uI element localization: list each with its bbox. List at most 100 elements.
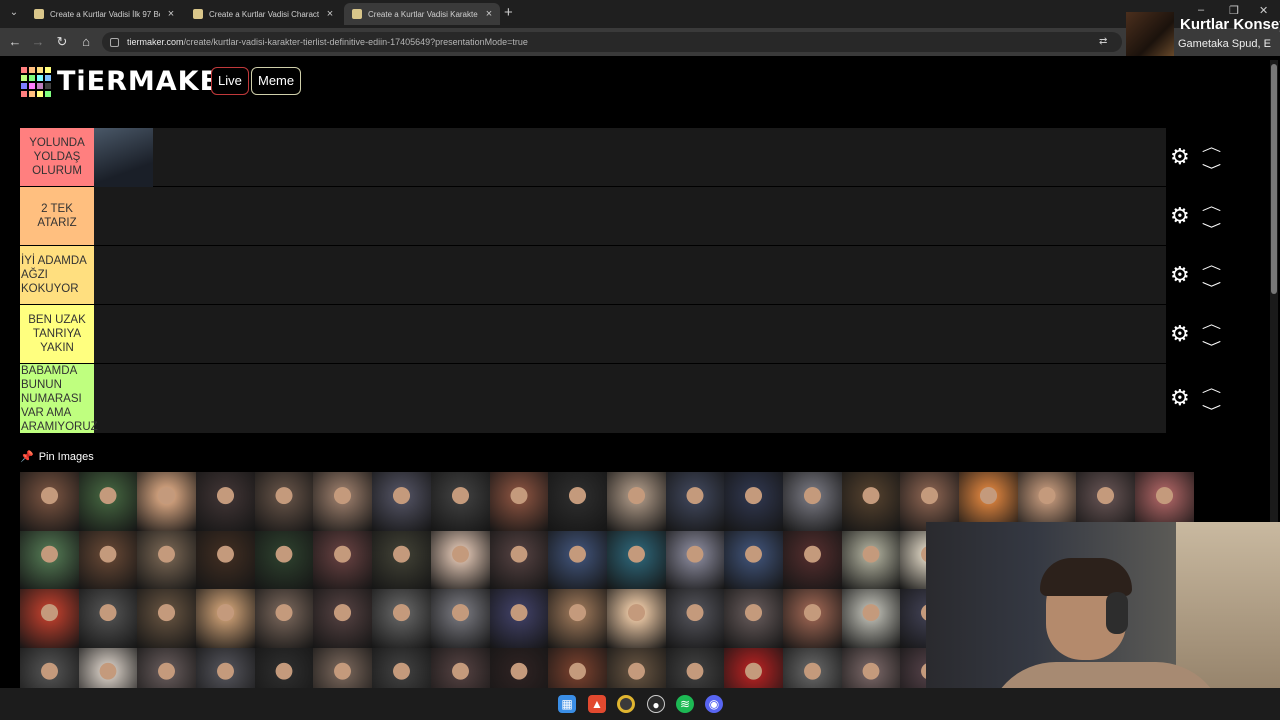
tier-drop-zone[interactable] xyxy=(94,305,1166,363)
character-image[interactable] xyxy=(548,647,607,688)
browser-tab-3[interactable]: Create a Kurtlar Vadisi Karakter × xyxy=(344,3,500,25)
browser-tab-2[interactable]: Create a Kurtlar Vadisi Characte × xyxy=(185,3,341,25)
character-image[interactable] xyxy=(313,472,373,531)
character-image[interactable] xyxy=(782,589,842,648)
reload-icon[interactable]: ↻ xyxy=(53,33,71,51)
character-image[interactable] xyxy=(665,589,725,648)
character-image[interactable] xyxy=(313,530,373,589)
pin-images-toggle[interactable]: 📌 Pin Images xyxy=(20,450,94,464)
move-tier-up-chevron-icon[interactable]: ︿ xyxy=(1202,254,1222,273)
character-image[interactable] xyxy=(196,647,255,688)
meme-button[interactable]: Meme xyxy=(251,67,302,95)
character-image[interactable] xyxy=(137,530,197,589)
character-image[interactable] xyxy=(137,472,197,531)
tiermaker-logo[interactable]: TiERMAKER xyxy=(21,66,241,97)
character-image[interactable] xyxy=(78,647,138,688)
character-image[interactable] xyxy=(430,530,490,589)
tier-drop-zone[interactable] xyxy=(94,246,1166,304)
tier-label[interactable]: BEN UZAK TANRIYA YAKIN xyxy=(20,305,94,363)
character-image[interactable] xyxy=(782,472,842,531)
character-image[interactable] xyxy=(254,647,314,688)
translate-icon[interactable]: ⇄ xyxy=(1099,36,1107,47)
character-image[interactable] xyxy=(489,472,549,531)
character-image[interactable] xyxy=(372,647,431,688)
character-image[interactable] xyxy=(665,530,725,589)
character-image[interactable] xyxy=(665,647,725,688)
character-image[interactable] xyxy=(137,647,197,688)
character-image[interactable] xyxy=(372,589,431,648)
close-tab-icon[interactable]: × xyxy=(166,8,176,20)
obs-icon[interactable]: ● xyxy=(647,695,665,713)
character-image[interactable] xyxy=(724,647,783,688)
character-image[interactable] xyxy=(841,472,901,531)
tier-label[interactable]: BABAMDA BUNUN NUMARASI VAR AMA ARAMIYORU… xyxy=(20,364,98,433)
tier-settings-gear-icon[interactable]: ⚙ xyxy=(1170,144,1190,170)
character-image[interactable] xyxy=(606,472,666,531)
tier-settings-gear-icon[interactable]: ⚙ xyxy=(1170,262,1190,288)
move-tier-down-chevron-icon[interactable]: ﹀ xyxy=(1202,219,1222,238)
tier-label[interactable]: 2 TEK ATARIZ xyxy=(20,187,94,245)
character-image[interactable] xyxy=(841,647,901,688)
character-image[interactable] xyxy=(606,530,666,589)
tier-label[interactable]: İYİ ADAMDA AĞZI KOKUYOR xyxy=(20,246,94,304)
character-image[interactable] xyxy=(20,589,79,648)
move-tier-up-chevron-icon[interactable]: ︿ xyxy=(1202,313,1222,332)
move-tier-up-chevron-icon[interactable]: ︿ xyxy=(1202,377,1222,396)
character-image[interactable] xyxy=(254,589,314,648)
character-image[interactable] xyxy=(313,647,373,688)
character-image[interactable] xyxy=(20,530,79,589)
brave-icon[interactable]: ▲ xyxy=(588,695,606,713)
character-image[interactable] xyxy=(430,647,490,688)
move-tier-down-chevron-icon[interactable]: ﹀ xyxy=(1202,337,1222,356)
character-image[interactable] xyxy=(489,530,549,589)
character-image[interactable] xyxy=(548,589,607,648)
tier-drop-zone[interactable] xyxy=(94,128,1166,187)
move-tier-up-chevron-icon[interactable]: ︿ xyxy=(1202,195,1222,214)
character-image[interactable] xyxy=(78,589,138,648)
character-image[interactable] xyxy=(78,472,138,531)
character-image[interactable] xyxy=(254,472,314,531)
character-image[interactable] xyxy=(606,589,666,648)
character-image[interactable] xyxy=(548,472,607,531)
forward-arrow-icon[interactable]: → xyxy=(29,33,47,51)
live-button[interactable]: Live xyxy=(211,67,249,95)
move-tier-down-chevron-icon[interactable]: ﹀ xyxy=(1202,160,1222,179)
address-bar[interactable]: tiermaker.com/create/kurtlar-vadisi-kara… xyxy=(102,32,1122,52)
character-image[interactable] xyxy=(78,530,138,589)
character-image[interactable] xyxy=(313,589,373,648)
character-image[interactable] xyxy=(841,589,901,648)
windows-start-icon[interactable]: ▦ xyxy=(558,695,576,713)
spotify-icon[interactable]: ≋ xyxy=(676,695,694,713)
character-image[interactable] xyxy=(606,647,666,688)
character-image[interactable] xyxy=(724,530,783,589)
move-tier-up-chevron-icon[interactable]: ︿ xyxy=(1202,136,1222,155)
back-arrow-icon[interactable]: ← xyxy=(6,33,24,51)
character-image[interactable] xyxy=(489,589,549,648)
character-image[interactable] xyxy=(20,647,79,688)
character-image[interactable] xyxy=(20,472,79,531)
chrome-icon[interactable] xyxy=(617,695,635,713)
tier-label[interactable]: YOLUNDA YOLDAŞ OLURUM xyxy=(20,128,94,186)
scrollbar-thumb[interactable] xyxy=(1271,64,1277,294)
move-tier-down-chevron-icon[interactable]: ﹀ xyxy=(1202,278,1222,297)
tab-list-chevron-icon[interactable]: ⌄ xyxy=(6,5,22,21)
character-image[interactable] xyxy=(430,472,490,531)
character-image[interactable] xyxy=(430,589,490,648)
tier-settings-gear-icon[interactable]: ⚙ xyxy=(1170,203,1190,229)
character-image[interactable] xyxy=(548,530,607,589)
character-image[interactable] xyxy=(94,128,153,187)
character-image[interactable] xyxy=(489,647,549,688)
character-image[interactable] xyxy=(782,647,842,688)
tier-settings-gear-icon[interactable]: ⚙ xyxy=(1170,321,1190,347)
home-icon[interactable]: ⌂ xyxy=(77,33,95,51)
character-image[interactable] xyxy=(372,530,431,589)
tier-drop-zone[interactable] xyxy=(94,187,1166,245)
discord-icon[interactable]: ◉ xyxy=(705,695,723,713)
character-image[interactable] xyxy=(724,472,783,531)
site-info-icon[interactable] xyxy=(110,37,119,47)
tier-drop-zone[interactable] xyxy=(94,364,1166,433)
character-image[interactable] xyxy=(724,589,783,648)
character-image[interactable] xyxy=(196,530,255,589)
move-tier-down-chevron-icon[interactable]: ﹀ xyxy=(1202,401,1222,420)
character-image[interactable] xyxy=(372,472,431,531)
